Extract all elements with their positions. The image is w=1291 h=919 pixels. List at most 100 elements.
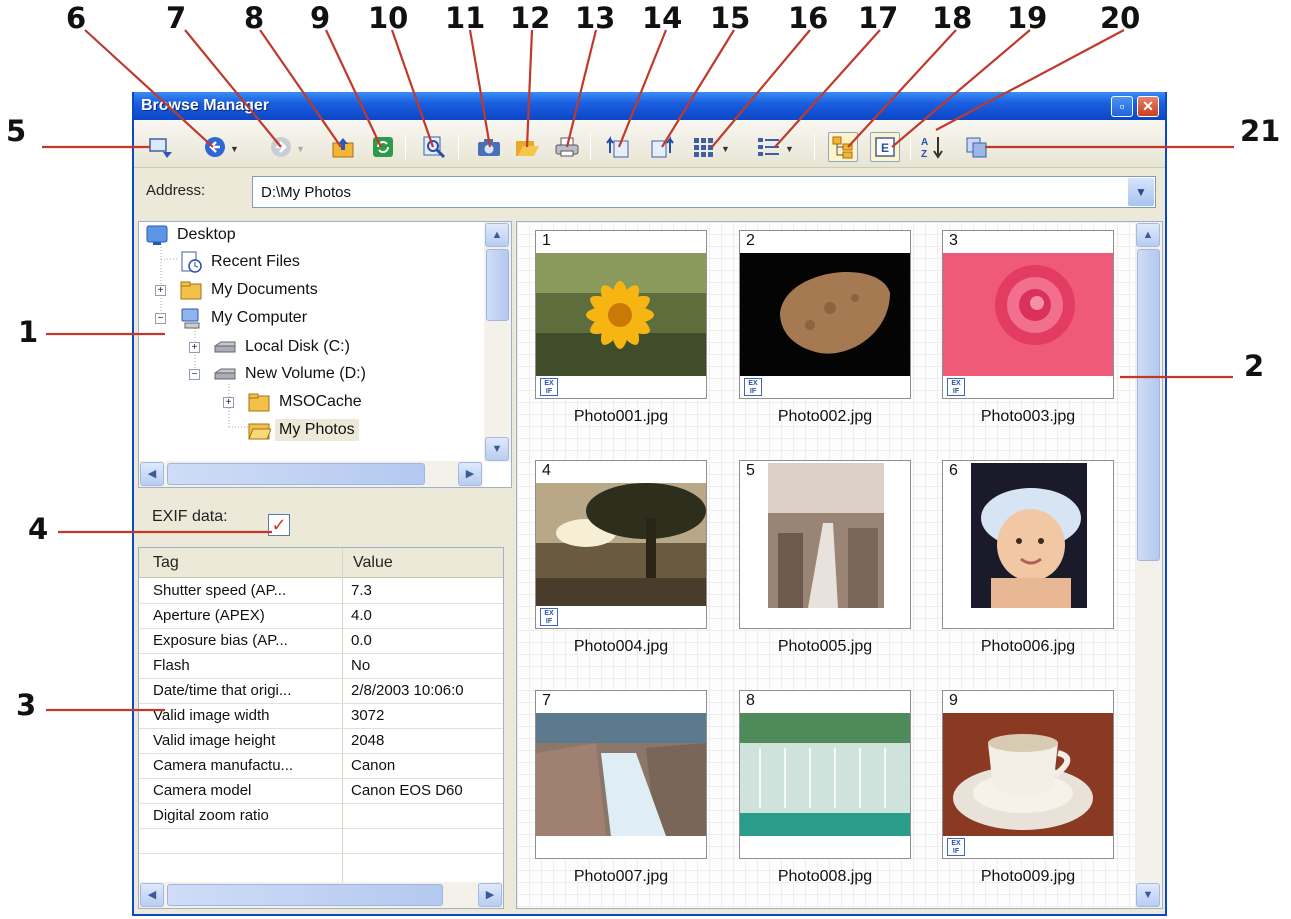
scroll-left-button[interactable]: ◀ <box>140 462 164 486</box>
scroll-up-button[interactable]: ▲ <box>1136 223 1160 247</box>
table-row[interactable]: Shutter speed (AP... 7.3 <box>139 579 503 604</box>
tree-vertical-scrollbar[interactable]: ▲ ▼ <box>484 222 511 462</box>
drive-icon <box>213 336 237 358</box>
folder-tree-toggle[interactable] <box>828 132 858 162</box>
tree-item-desktop[interactable]: Desktop <box>145 224 240 246</box>
table-row[interactable]: Valid image width 3072 <box>139 704 503 729</box>
table-row[interactable]: Date/time that origi... 2/8/2003 10:06:0 <box>139 679 503 704</box>
callout-15: 15 <box>710 1 751 35</box>
callout-5: 5 <box>6 114 27 148</box>
details-view-button[interactable] <box>756 134 782 160</box>
thumbnail-card[interactable]: 5 <box>739 460 911 629</box>
scroll-right-button[interactable]: ▶ <box>478 883 502 907</box>
collapse-my-computer[interactable]: − <box>155 313 166 324</box>
scroll-up-button[interactable]: ▲ <box>485 223 509 247</box>
exif-badge-icon: EX IF <box>744 378 762 396</box>
select-source-button[interactable] <box>148 134 174 160</box>
scroll-thumb[interactable] <box>1137 249 1160 561</box>
toolbar: ▼ ▼ ▼ ▼ E A Z <box>134 120 1165 168</box>
tree-item-my-documents[interactable]: My Documents <box>179 279 322 301</box>
table-row[interactable]: Camera manufactu... Canon <box>139 754 503 779</box>
chevron-down-icon: ▼ <box>491 443 503 455</box>
thumbnail-view-dropdown-icon[interactable]: ▼ <box>721 144 730 154</box>
forward-button[interactable] <box>268 134 294 160</box>
back-dropdown-icon[interactable]: ▼ <box>230 144 239 154</box>
forward-dropdown-icon[interactable]: ▼ <box>296 144 305 154</box>
chevron-down-icon: ▼ <box>1135 185 1147 199</box>
exif-data-checkbox[interactable]: ✓ <box>268 514 290 536</box>
expand-my-documents[interactable]: + <box>155 285 166 296</box>
copy-button[interactable] <box>964 134 990 160</box>
callout-17: 17 <box>858 1 899 35</box>
value-cell: 4.0 <box>351 607 372 624</box>
table-row[interactable]: Exposure bias (AP... 0.0 <box>139 629 503 654</box>
rotate-right-button[interactable] <box>648 134 674 160</box>
sort-button[interactable]: AZ <box>920 134 946 160</box>
rotate-left-button[interactable] <box>606 134 632 160</box>
tree-item-local-disk-c[interactable]: Local Disk (C:) <box>213 336 354 358</box>
thumbnail-number: 1 <box>542 232 551 249</box>
close-button[interactable]: ✕ <box>1137 96 1159 117</box>
details-view-dropdown-icon[interactable]: ▼ <box>785 144 794 154</box>
recent-files-icon <box>179 251 203 273</box>
tree-item-recent-files[interactable]: Recent Files <box>179 251 304 273</box>
thumbnail-card[interactable]: 3 EX IF <box>942 230 1114 399</box>
thumbnail-vertical-scrollbar[interactable]: ▲ ▼ <box>1135 222 1162 908</box>
up-folder-button[interactable] <box>330 134 356 160</box>
column-header-value[interactable]: Value <box>353 554 393 572</box>
find-icon <box>423 136 446 159</box>
column-header-tag[interactable]: Tag <box>153 554 179 572</box>
thumbnail-card[interactable]: 4 EX IF <box>535 460 707 629</box>
forward-icon <box>271 137 291 157</box>
tree-horizontal-scrollbar[interactable]: ◀ ▶ <box>139 461 483 487</box>
scroll-thumb[interactable] <box>167 463 425 485</box>
exif-badge-icon: EX IF <box>947 378 965 396</box>
tag-cell: Camera model <box>153 782 252 799</box>
find-button[interactable] <box>422 134 448 160</box>
thumbnail-view-button[interactable] <box>692 134 718 160</box>
refresh-button[interactable] <box>370 134 396 160</box>
scroll-thumb[interactable] <box>167 884 443 906</box>
scroll-down-button[interactable]: ▼ <box>1136 883 1160 907</box>
tree-item-msocache[interactable]: MSOCache <box>247 391 366 413</box>
tree-item-my-computer[interactable]: My Computer <box>179 307 311 329</box>
thumbnail-card[interactable]: 1 EX IF <box>535 230 707 399</box>
svg-text:A: A <box>921 137 928 148</box>
expand-local-disk-c[interactable]: + <box>189 342 200 353</box>
table-row[interactable]: Camera model Canon EOS D60 <box>139 779 503 804</box>
thumbnail-card[interactable]: 2 EX IF <box>739 230 911 399</box>
exif-badge-icon: EX IF <box>540 378 558 396</box>
thumbnail-card[interactable]: 6 <box>942 460 1114 629</box>
tree-item-new-volume-d[interactable]: New Volume (D:) <box>213 363 370 385</box>
chevron-up-icon: ▲ <box>1142 229 1154 241</box>
scroll-down-button[interactable]: ▼ <box>485 437 509 461</box>
exif-panel-toggle[interactable]: E <box>870 132 900 162</box>
thumbnail-card[interactable]: 9 EX IF <box>942 690 1114 859</box>
address-dropdown-button[interactable]: ▼ <box>1128 178 1154 206</box>
table-row[interactable]: Digital zoom ratio <box>139 804 503 829</box>
back-button[interactable] <box>202 134 228 160</box>
checkmark-icon: ✓ <box>271 515 287 535</box>
callout-9: 9 <box>310 1 331 35</box>
print-button[interactable] <box>554 134 580 160</box>
exif-data-label: EXIF data: <box>152 508 228 525</box>
expand-msocache[interactable]: + <box>223 397 234 408</box>
camera-button[interactable] <box>476 134 502 160</box>
open-folder-button[interactable] <box>514 134 540 160</box>
thumbnail-card[interactable]: 8 <box>739 690 911 859</box>
scroll-left-button[interactable]: ◀ <box>140 883 164 907</box>
table-row[interactable]: Flash No <box>139 654 503 679</box>
address-input[interactable]: D:\My Photos ▼ <box>252 176 1156 208</box>
exif-horizontal-scrollbar[interactable]: ◀ ▶ <box>139 882 503 908</box>
select-source-icon <box>149 138 172 158</box>
scroll-thumb[interactable] <box>486 249 509 321</box>
thumbnail-card[interactable]: 7 <box>535 690 707 859</box>
thumbnail-number: 4 <box>542 462 551 479</box>
restore-button[interactable]: ▫ <box>1111 96 1133 117</box>
table-row[interactable]: Valid image height 2048 <box>139 729 503 754</box>
scroll-right-button[interactable]: ▶ <box>458 462 482 486</box>
title-bar[interactable]: Browse Manager ▫ ✕ <box>134 92 1165 120</box>
tree-item-my-photos[interactable]: My Photos <box>247 419 359 441</box>
collapse-new-volume-d[interactable]: − <box>189 369 200 380</box>
table-row[interactable]: Aperture (APEX) 4.0 <box>139 604 503 629</box>
